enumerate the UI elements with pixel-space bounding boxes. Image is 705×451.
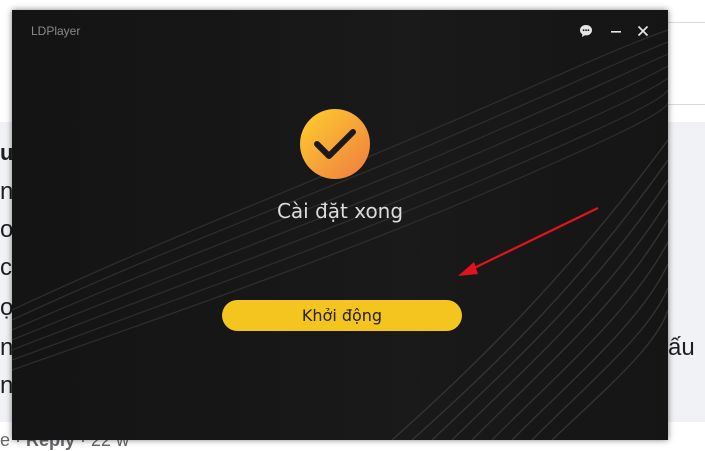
- launch-button[interactable]: Khởi động: [222, 300, 462, 331]
- installer-window: LDPlayer Cài đặt xong Khởi động: [12, 10, 668, 440]
- title-bar: LDPlayer: [12, 10, 668, 50]
- divider: [668, 22, 705, 23]
- minimize-icon[interactable]: [604, 20, 628, 42]
- text-fragment: ấu: [668, 334, 695, 361]
- divider: [668, 104, 705, 105]
- annotation-arrow: [458, 207, 599, 276]
- close-icon[interactable]: [631, 20, 655, 42]
- app-title: LDPlayer: [31, 24, 81, 38]
- chat-bubble-icon[interactable]: [574, 20, 598, 42]
- checkmark-circle-icon: [300, 109, 370, 179]
